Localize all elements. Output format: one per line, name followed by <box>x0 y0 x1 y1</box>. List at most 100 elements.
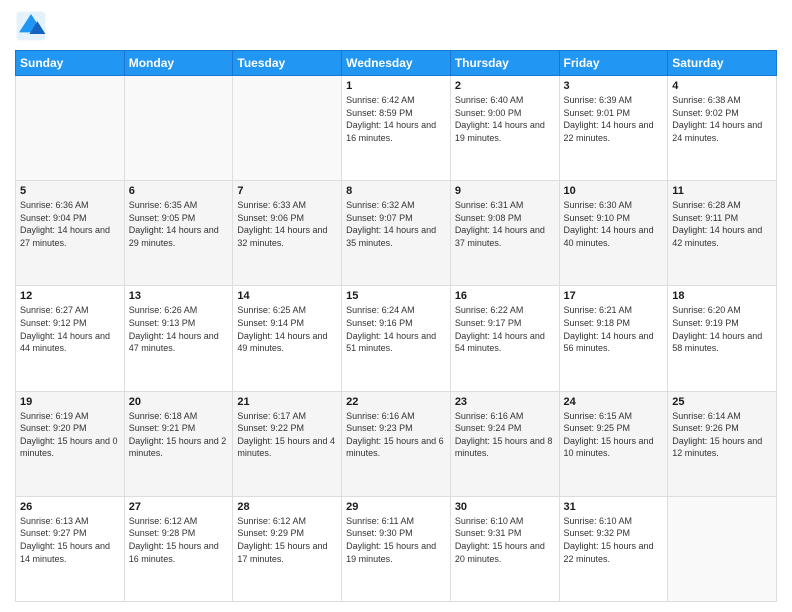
day-number: 24 <box>564 396 664 408</box>
day-header: Friday <box>559 51 668 76</box>
calendar-day: 12Sunrise: 6:27 AMSunset: 9:12 PMDayligh… <box>16 286 125 391</box>
day-header: Thursday <box>450 51 559 76</box>
day-info: Sunrise: 6:12 AMSunset: 9:29 PMDaylight:… <box>237 515 337 565</box>
calendar-day: 19Sunrise: 6:19 AMSunset: 9:20 PMDayligh… <box>16 391 125 496</box>
day-info: Sunrise: 6:11 AMSunset: 9:30 PMDaylight:… <box>346 515 446 565</box>
day-number: 30 <box>455 501 555 513</box>
calendar-day <box>233 76 342 181</box>
calendar: SundayMondayTuesdayWednesdayThursdayFrid… <box>15 50 777 602</box>
day-number: 23 <box>455 396 555 408</box>
calendar-week: 1 Sunrise: 6:42 AMSunset: 8:59 PMDaylight… <box>16 76 777 181</box>
day-info: Sunrise: 6:18 AMSunset: 9:21 PMDaylight:… <box>129 410 229 460</box>
day-number: 6 <box>129 185 229 197</box>
day-info: Sunrise: 6:40 AMSunset: 9:00 PMDaylight:… <box>455 94 555 144</box>
day-info: Sunrise: 6:13 AMSunset: 9:27 PMDaylight:… <box>20 515 120 565</box>
day-info: Sunrise: 6:14 AMSunset: 9:26 PMDaylight:… <box>672 410 772 460</box>
day-info: Sunrise: 6:35 AMSunset: 9:05 PMDaylight:… <box>129 199 229 249</box>
day-header: Tuesday <box>233 51 342 76</box>
calendar-day: 27 Sunrise: 6:12 AMSunset: 9:28 PMDayligh… <box>124 496 233 601</box>
day-number: 21 <box>237 396 337 408</box>
calendar-day: 31 Sunrise: 6:10 AMSunset: 9:32 PMDayligh… <box>559 496 668 601</box>
day-info: Sunrise: 6:15 AMSunset: 9:25 PMDaylight:… <box>564 410 664 460</box>
day-info: Sunrise: 6:24 AMSunset: 9:16 PMDaylight:… <box>346 304 446 354</box>
day-number: 29 <box>346 501 446 513</box>
day-number: 4 <box>672 80 772 92</box>
day-number: 20 <box>129 396 229 408</box>
day-info: Sunrise: 6:10 AMSunset: 9:32 PMDaylight:… <box>564 515 664 565</box>
day-number: 16 <box>455 290 555 302</box>
day-number: 8 <box>346 185 446 197</box>
header <box>15 10 777 42</box>
day-info: Sunrise: 6:36 AMSunset: 9:04 PMDaylight:… <box>20 199 120 249</box>
calendar-week: 19Sunrise: 6:19 AMSunset: 9:20 PMDayligh… <box>16 391 777 496</box>
day-info: Sunrise: 6:31 AMSunset: 9:08 PMDaylight:… <box>455 199 555 249</box>
calendar-day: 23 Sunrise: 6:16 AMSunset: 9:24 PMDayligh… <box>450 391 559 496</box>
day-info: Sunrise: 6:26 AMSunset: 9:13 PMDaylight:… <box>129 304 229 354</box>
day-number: 27 <box>129 501 229 513</box>
calendar-week: 12Sunrise: 6:27 AMSunset: 9:12 PMDayligh… <box>16 286 777 391</box>
calendar-day: 3 Sunrise: 6:39 AMSunset: 9:01 PMDaylight… <box>559 76 668 181</box>
calendar-body: 1 Sunrise: 6:42 AMSunset: 8:59 PMDaylight… <box>16 76 777 602</box>
calendar-day: 9 Sunrise: 6:31 AMSunset: 9:08 PMDaylight… <box>450 181 559 286</box>
day-info: Sunrise: 6:21 AMSunset: 9:18 PMDaylight:… <box>564 304 664 354</box>
day-header: Monday <box>124 51 233 76</box>
day-number: 31 <box>564 501 664 513</box>
calendar-day: 24 Sunrise: 6:15 AMSunset: 9:25 PMDayligh… <box>559 391 668 496</box>
logo-icon <box>15 10 47 42</box>
day-info: Sunrise: 6:16 AMSunset: 9:23 PMDaylight:… <box>346 410 446 460</box>
calendar-day: 18 Sunrise: 6:20 AMSunset: 9:19 PMDayligh… <box>668 286 777 391</box>
calendar-day: 7 Sunrise: 6:33 AMSunset: 9:06 PMDaylight… <box>233 181 342 286</box>
day-number: 7 <box>237 185 337 197</box>
day-info: Sunrise: 6:28 AMSunset: 9:11 PMDaylight:… <box>672 199 772 249</box>
day-info: Sunrise: 6:32 AMSunset: 9:07 PMDaylight:… <box>346 199 446 249</box>
calendar-week: 26 Sunrise: 6:13 AMSunset: 9:27 PMDayligh… <box>16 496 777 601</box>
day-info: Sunrise: 6:38 AMSunset: 9:02 PMDaylight:… <box>672 94 772 144</box>
day-info: Sunrise: 6:17 AMSunset: 9:22 PMDaylight:… <box>237 410 337 460</box>
day-info: Sunrise: 6:27 AMSunset: 9:12 PMDaylight:… <box>20 304 120 354</box>
day-info: Sunrise: 6:19 AMSunset: 9:20 PMDaylight:… <box>20 410 120 460</box>
calendar-day: 30 Sunrise: 6:10 AMSunset: 9:31 PMDayligh… <box>450 496 559 601</box>
page: SundayMondayTuesdayWednesdayThursdayFrid… <box>0 0 792 612</box>
day-number: 9 <box>455 185 555 197</box>
logo <box>15 10 51 42</box>
calendar-week: 5 Sunrise: 6:36 AMSunset: 9:04 PMDaylight… <box>16 181 777 286</box>
day-number: 5 <box>20 185 120 197</box>
calendar-day: 25Sunrise: 6:14 AMSunset: 9:26 PMDayligh… <box>668 391 777 496</box>
calendar-day <box>16 76 125 181</box>
calendar-day: 28 Sunrise: 6:12 AMSunset: 9:29 PMDayligh… <box>233 496 342 601</box>
day-number: 1 <box>346 80 446 92</box>
day-info: Sunrise: 6:10 AMSunset: 9:31 PMDaylight:… <box>455 515 555 565</box>
calendar-day: 13 Sunrise: 6:26 AMSunset: 9:13 PMDayligh… <box>124 286 233 391</box>
day-number: 14 <box>237 290 337 302</box>
day-number: 15 <box>346 290 446 302</box>
calendar-day: 17 Sunrise: 6:21 AMSunset: 9:18 PMDayligh… <box>559 286 668 391</box>
day-info: Sunrise: 6:39 AMSunset: 9:01 PMDaylight:… <box>564 94 664 144</box>
calendar-day: 29 Sunrise: 6:11 AMSunset: 9:30 PMDayligh… <box>342 496 451 601</box>
day-info: Sunrise: 6:20 AMSunset: 9:19 PMDaylight:… <box>672 304 772 354</box>
calendar-day: 15 Sunrise: 6:24 AMSunset: 9:16 PMDayligh… <box>342 286 451 391</box>
calendar-day <box>668 496 777 601</box>
day-number: 22 <box>346 396 446 408</box>
calendar-day: 5 Sunrise: 6:36 AMSunset: 9:04 PMDaylight… <box>16 181 125 286</box>
day-number: 3 <box>564 80 664 92</box>
day-info: Sunrise: 6:30 AMSunset: 9:10 PMDaylight:… <box>564 199 664 249</box>
calendar-header: SundayMondayTuesdayWednesdayThursdayFrid… <box>16 51 777 76</box>
calendar-day: 8 Sunrise: 6:32 AMSunset: 9:07 PMDaylight… <box>342 181 451 286</box>
day-info: Sunrise: 6:33 AMSunset: 9:06 PMDaylight:… <box>237 199 337 249</box>
day-number: 13 <box>129 290 229 302</box>
calendar-day: 22 Sunrise: 6:16 AMSunset: 9:23 PMDayligh… <box>342 391 451 496</box>
day-number: 2 <box>455 80 555 92</box>
day-info: Sunrise: 6:12 AMSunset: 9:28 PMDaylight:… <box>129 515 229 565</box>
calendar-day <box>124 76 233 181</box>
day-header: Wednesday <box>342 51 451 76</box>
day-number: 28 <box>237 501 337 513</box>
day-number: 18 <box>672 290 772 302</box>
day-header: Saturday <box>668 51 777 76</box>
day-info: Sunrise: 6:42 AMSunset: 8:59 PMDaylight:… <box>346 94 446 144</box>
calendar-day: 14Sunrise: 6:25 AMSunset: 9:14 PMDayligh… <box>233 286 342 391</box>
day-number: 26 <box>20 501 120 513</box>
day-header: Sunday <box>16 51 125 76</box>
day-info: Sunrise: 6:16 AMSunset: 9:24 PMDaylight:… <box>455 410 555 460</box>
day-number: 17 <box>564 290 664 302</box>
calendar-day: 26 Sunrise: 6:13 AMSunset: 9:27 PMDayligh… <box>16 496 125 601</box>
